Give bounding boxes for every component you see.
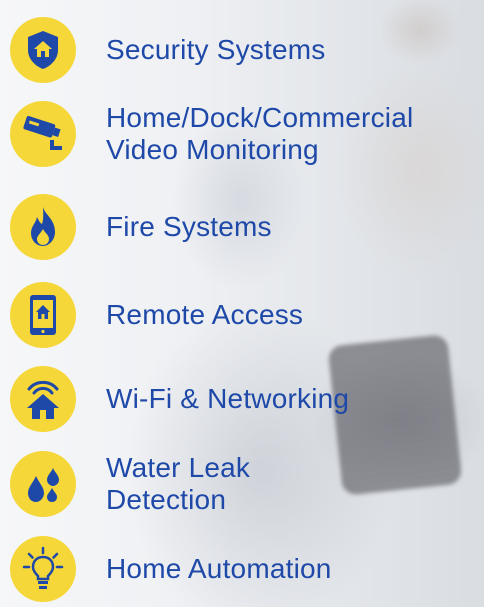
phone-home-icon	[10, 282, 76, 348]
service-label-line: Video Monitoring	[106, 134, 319, 165]
service-label-line: Wi-Fi & Networking	[106, 383, 350, 414]
service-label-line: Home/Dock/Commercial	[106, 102, 414, 133]
service-label-line: Fire Systems	[106, 211, 272, 242]
security-camera-icon	[10, 101, 76, 167]
lightbulb-icon	[10, 536, 76, 602]
water-drops-icon	[10, 451, 76, 517]
service-label-line: Detection	[106, 484, 227, 515]
service-item-security-systems: Security Systems	[10, 17, 325, 83]
service-item-fire-systems: Fire Systems	[10, 194, 272, 260]
service-item-home-automation: Home Automation	[10, 536, 332, 602]
service-label: Home/Dock/Commercial Video Monitoring	[106, 102, 413, 166]
service-label-line: Remote Access	[106, 299, 304, 330]
service-label: Fire Systems	[106, 211, 272, 243]
wifi-home-icon	[10, 366, 76, 432]
service-label: Wi-Fi & Networking	[106, 383, 349, 415]
service-item-wifi-networking: Wi-Fi & Networking	[10, 366, 349, 432]
service-label: Water Leak Detection	[106, 452, 250, 516]
service-label-line: Water Leak	[106, 452, 251, 483]
shield-home-icon	[10, 17, 76, 83]
service-label: Remote Access	[106, 299, 303, 331]
service-label: Security Systems	[106, 34, 325, 66]
flame-icon	[10, 194, 76, 260]
service-item-remote-access: Remote Access	[10, 282, 303, 348]
service-label-line: Home Automation	[106, 553, 332, 584]
service-item-water-leak-detection: Water Leak Detection	[10, 451, 250, 517]
service-label-line: Security Systems	[106, 34, 326, 65]
services-list: Security Systems Home/Dock/Commercial Vi…	[0, 0, 484, 607]
service-item-video-monitoring: Home/Dock/Commercial Video Monitoring	[10, 101, 413, 167]
service-label: Home Automation	[106, 553, 332, 585]
